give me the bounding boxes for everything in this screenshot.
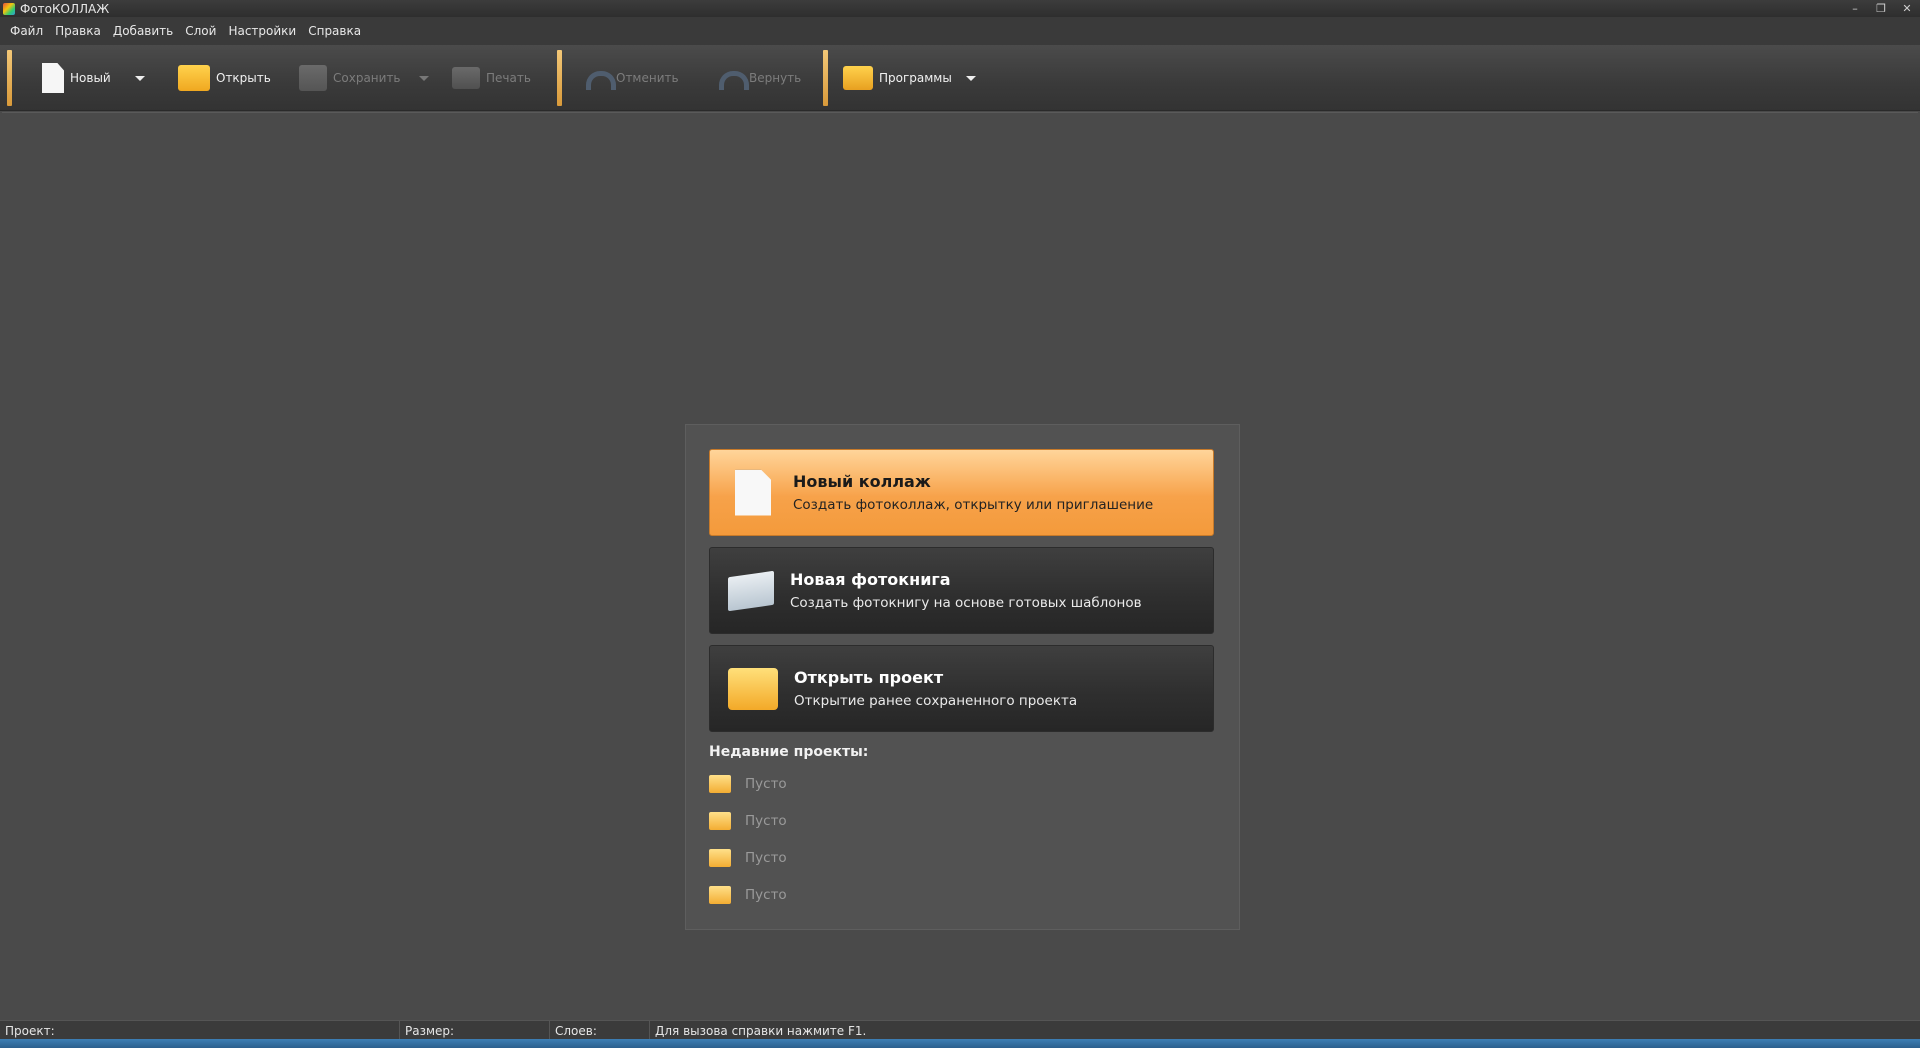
new-photobook-subtitle: Создать фотокнигу на основе готовых шабл… [790, 595, 1142, 611]
redo-button-label: Вернуть [749, 71, 802, 85]
recent-projects-heading: Недавние проекты: [709, 744, 869, 760]
new-photobook-button[interactable]: Новая фотокнига Создать фотокнигу на осн… [709, 547, 1214, 634]
undo-arrow-icon [582, 65, 616, 91]
open-project-subtitle: Открытие ранее сохраненного проекта [794, 693, 1078, 709]
undo-button-label: Отменить [616, 71, 679, 85]
printer-icon [452, 67, 480, 89]
redo-arrow-icon [715, 65, 749, 91]
window-title: ФотоКОЛЛАЖ [20, 1, 110, 16]
recent-project-item[interactable]: Пусто [709, 847, 787, 869]
recent-project-label: Пусто [745, 850, 787, 866]
new-collage-title: Новый коллаж [793, 472, 931, 491]
menu-edit[interactable]: Правка [49, 24, 107, 38]
title-bar: ФотоКОЛЛАЖ – ❐ ✕ [0, 0, 1920, 17]
new-button-label: Новый [70, 71, 111, 85]
floppy-disk-icon [299, 65, 327, 91]
toolbar-separator [557, 50, 562, 106]
status-size: Размер: [400, 1021, 550, 1040]
status-project: Проект: [0, 1021, 400, 1040]
undo-button[interactable]: Отменить [582, 51, 679, 105]
recent-project-label: Пусто [745, 887, 787, 903]
recent-project-item[interactable]: Пусто [709, 810, 787, 832]
start-panel: Новый коллаж Создать фотоколлаж, открытк… [685, 424, 1240, 930]
toolbar: Новый Открыть Сохранить Печать Отменить … [0, 45, 1920, 111]
recent-project-item[interactable]: Пусто [709, 884, 787, 906]
recent-project-item[interactable]: Пусто [709, 773, 787, 795]
toolbar-separator [7, 50, 12, 106]
chevron-down-icon[interactable] [134, 75, 145, 81]
new-collage-button[interactable]: Новый коллаж Создать фотоколлаж, открытк… [709, 449, 1214, 536]
open-button[interactable]: Открыть [178, 51, 271, 105]
new-button[interactable]: Новый [42, 51, 145, 105]
print-button-label: Печать [486, 71, 531, 85]
box-icon [843, 66, 873, 90]
programs-button[interactable]: Программы [843, 51, 976, 105]
folder-icon [709, 886, 731, 904]
new-document-icon [42, 63, 64, 93]
redo-button[interactable]: Вернуть [715, 51, 801, 105]
app-logo-icon [3, 2, 15, 15]
workspace: Новый коллаж Создать фотоколлаж, открытк… [2, 112, 1918, 1020]
menu-bar: Файл Правка Добавить Слой Настройки Спра… [0, 17, 1920, 45]
open-book-icon [728, 570, 774, 611]
chevron-down-icon[interactable] [965, 75, 976, 81]
folder-icon [709, 812, 731, 830]
minimize-icon[interactable]: – [1842, 0, 1868, 17]
folder-icon [709, 849, 731, 867]
menu-add[interactable]: Добавить [107, 24, 179, 38]
menu-settings[interactable]: Настройки [222, 24, 302, 38]
status-layers: Слоев: [550, 1021, 650, 1040]
folder-icon [709, 775, 731, 793]
programs-button-label: Программы [879, 71, 952, 85]
menu-file[interactable]: Файл [4, 24, 49, 38]
chevron-down-icon[interactable] [418, 75, 429, 81]
window-controls: – ❐ ✕ [1842, 0, 1920, 17]
open-project-button[interactable]: Открыть проект Открытие ранее сохраненно… [709, 645, 1214, 732]
open-project-title: Открыть проект [794, 668, 944, 687]
status-hint: Для вызова справки нажмите F1. [655, 1023, 867, 1038]
taskbar [0, 1039, 1920, 1048]
open-button-label: Открыть [216, 71, 271, 85]
new-photobook-title: Новая фотокнига [790, 570, 951, 589]
recent-project-label: Пусто [745, 776, 787, 792]
save-button[interactable]: Сохранить [299, 51, 429, 105]
status-bar: Проект: Размер: Слоев: Для вызова справк… [0, 1020, 1920, 1040]
folder-icon [178, 65, 210, 91]
new-collage-subtitle: Создать фотоколлаж, открытку или приглаш… [793, 497, 1154, 513]
menu-help[interactable]: Справка [302, 24, 367, 38]
toolbar-separator [823, 50, 828, 106]
print-button[interactable]: Печать [452, 51, 531, 105]
folder-icon [728, 667, 778, 710]
restore-icon[interactable]: ❐ [1868, 0, 1894, 17]
blank-document-icon [735, 469, 771, 516]
recent-project-label: Пусто [745, 813, 787, 829]
close-icon[interactable]: ✕ [1894, 0, 1920, 17]
save-button-label: Сохранить [333, 71, 401, 85]
menu-layer[interactable]: Слой [179, 24, 222, 38]
